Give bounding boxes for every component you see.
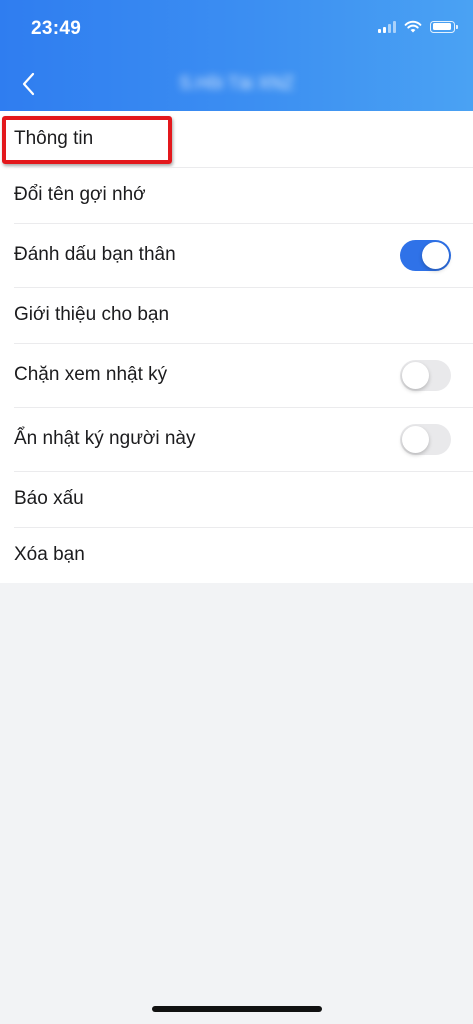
nav-title: S.Hồi Tài XNZ (179, 73, 294, 93)
menu-item-label: Xóa bạn (14, 544, 85, 565)
hide-diary-toggle[interactable] (400, 423, 451, 455)
menu-item-block-diary: Chặn xem nhật ký (0, 343, 473, 407)
wifi-icon (404, 20, 422, 33)
options-list: Thông tin Đổi tên gợi nhớ Đánh dấu bạn t… (0, 111, 473, 583)
header: 23:49 S.Hồi Tài XNZ (0, 0, 473, 111)
menu-item-remove-friend[interactable]: Xóa bạn (0, 527, 473, 583)
menu-item-label: Giới thiệu cho bạn (14, 304, 170, 325)
menu-item-close-friend: Đánh dấu bạn thân (0, 223, 473, 287)
menu-item-label: Thông tin (14, 128, 94, 149)
menu-item-label: Ẩn nhật ký người này (14, 428, 196, 449)
menu-item-label: Báo xấu (14, 488, 84, 509)
menu-item-hide-diary: Ẩn nhật ký người này (0, 407, 473, 471)
menu-item-rename[interactable]: Đổi tên gợi nhớ (0, 167, 473, 223)
block-diary-toggle[interactable] (400, 359, 451, 391)
screen: 23:49 S.Hồi Tài XNZ Thông tin Đổi tên gợ… (0, 0, 473, 1024)
cellular-signal-icon (378, 20, 396, 33)
menu-item-label: Chặn xem nhật ký (14, 364, 168, 385)
menu-item-report[interactable]: Báo xấu (0, 471, 473, 527)
menu-item-info[interactable]: Thông tin (0, 111, 473, 167)
menu-item-recommend[interactable]: Giới thiệu cho bạn (0, 287, 473, 343)
menu-item-label: Đổi tên gợi nhớ (14, 184, 146, 205)
home-indicator (152, 1006, 322, 1012)
status-time: 23:49 (31, 18, 82, 39)
status-icons (378, 20, 458, 33)
battery-icon (430, 20, 458, 33)
close-friend-toggle[interactable] (400, 239, 451, 271)
menu-item-label: Đánh dấu bạn thân (14, 244, 176, 265)
